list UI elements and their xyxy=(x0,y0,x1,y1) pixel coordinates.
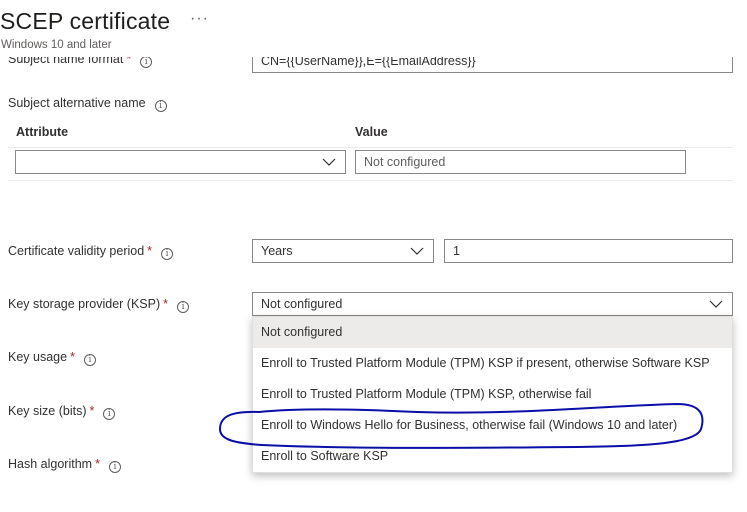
column-header-value: Value xyxy=(355,125,388,139)
value-input[interactable]: Not configured xyxy=(355,150,686,174)
ksp-option-windows-hello[interactable]: Enroll to Windows Hello for Business, ot… xyxy=(253,410,732,441)
required-marker: * xyxy=(147,244,153,258)
key-usage-text: Key usage xyxy=(8,350,68,364)
validity-amount-input[interactable]: 1 xyxy=(444,239,733,263)
subject-name-format-text: Subject name format xyxy=(8,57,124,66)
info-icon[interactable]: i xyxy=(140,57,153,68)
hash-algorithm-text: Hash algorithm xyxy=(8,457,93,471)
subject-name-format-row: Subject name format * i CN={{UserName}},E=… xyxy=(0,57,747,77)
info-icon[interactable]: i xyxy=(177,301,190,313)
ksp-dropdown-value: Not configured xyxy=(261,297,343,311)
subject-alternative-name-text: Subject alternative name xyxy=(8,96,146,110)
chevron-down-icon xyxy=(322,158,336,167)
subject-name-format-input[interactable]: CN={{UserName}},E={{EmailAddress}} xyxy=(252,57,733,73)
table-row-divider xyxy=(8,180,733,181)
more-options-button[interactable]: ··· xyxy=(190,10,209,28)
required-marker: * xyxy=(70,350,75,364)
certificate-validity-text: Certificate validity period xyxy=(8,244,145,258)
chevron-down-icon xyxy=(709,300,723,309)
key-size-text: Key size (bits) xyxy=(8,404,87,418)
page-title: SCEP certificate xyxy=(0,8,171,34)
required-marker: * xyxy=(95,457,100,471)
ksp-label: Key storage provider (KSP) * i xyxy=(8,297,190,313)
info-icon[interactable]: i xyxy=(108,461,121,473)
info-icon[interactable]: i xyxy=(83,354,96,366)
table-header-divider xyxy=(8,147,733,148)
validity-unit-dropdown[interactable]: Years xyxy=(252,239,434,263)
key-usage-label: Key usage * i xyxy=(8,350,96,366)
ksp-option-software-ksp[interactable]: Enroll to Software KSP xyxy=(253,441,732,472)
validity-unit-value: Years xyxy=(261,244,293,258)
ksp-option-tpm-or-software[interactable]: Enroll to Trusted Platform Module (TPM) … xyxy=(253,348,732,379)
ksp-dropdown-list: Not configured Enroll to Trusted Platfor… xyxy=(252,316,733,473)
hash-algorithm-label: Hash algorithm * i xyxy=(8,457,121,473)
info-icon[interactable]: i xyxy=(103,408,116,420)
certificate-validity-label: Certificate validity period * i xyxy=(8,244,174,260)
key-size-label: Key size (bits) * i xyxy=(8,404,116,420)
ksp-dropdown[interactable]: Not configured xyxy=(252,292,733,316)
info-icon[interactable]: i xyxy=(161,248,174,260)
ksp-option-not-configured[interactable]: Not configured xyxy=(253,317,732,348)
required-marker: * xyxy=(89,404,95,418)
required-marker: * xyxy=(126,57,132,66)
required-marker: * xyxy=(163,297,169,311)
chevron-down-icon xyxy=(410,247,424,256)
info-icon[interactable]: i xyxy=(154,100,167,112)
page-subtitle: Windows 10 and later xyxy=(1,39,112,51)
ksp-option-tpm-otherwise-fail[interactable]: Enroll to Trusted Platform Module (TPM) … xyxy=(253,379,732,410)
attribute-dropdown[interactable] xyxy=(15,150,346,174)
column-header-attribute: Attribute xyxy=(16,125,69,139)
ksp-text: Key storage provider (KSP) xyxy=(8,297,161,311)
subject-name-format-label: Subject name format * i xyxy=(8,57,153,68)
subject-alternative-name-label: Subject alternative name i xyxy=(8,96,167,112)
